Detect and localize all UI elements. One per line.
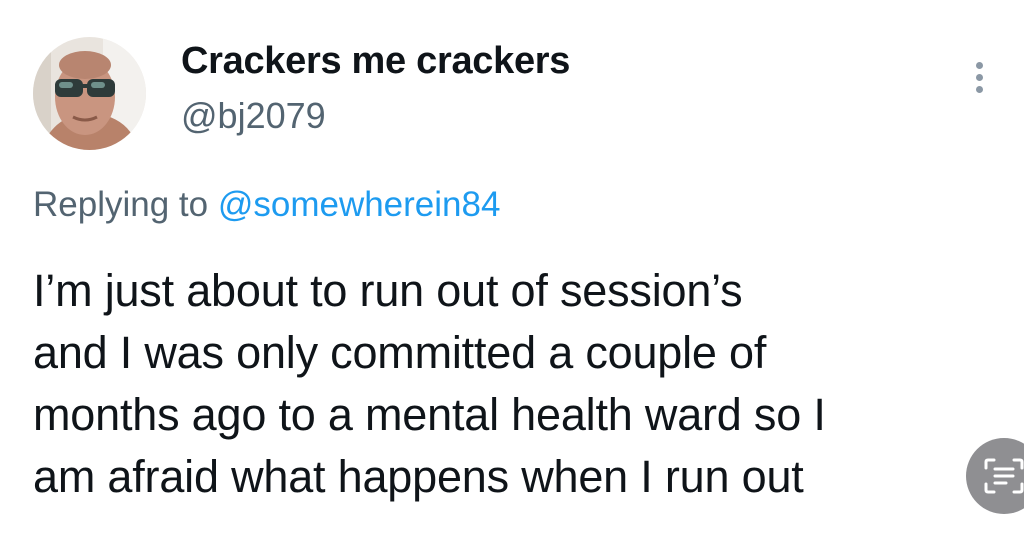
replying-to: Replying to @somewherein84 xyxy=(33,185,500,225)
avatar[interactable] xyxy=(33,37,146,150)
display-name[interactable]: Crackers me crackers xyxy=(181,40,570,83)
reply-mention-link[interactable]: @somewherein84 xyxy=(218,185,501,224)
more-options-button[interactable] xyxy=(962,56,998,100)
user-handle[interactable]: @bj2079 xyxy=(181,95,326,137)
tweet-text: I’m just about to run out of session’s a… xyxy=(33,265,826,502)
replying-to-label: Replying to xyxy=(33,185,218,224)
tweet-card: Crackers me crackers @bj2079 Replying to… xyxy=(0,0,1024,540)
text-scan-icon xyxy=(984,458,1024,494)
more-vertical-icon xyxy=(976,62,983,69)
profile-photo-icon xyxy=(33,37,146,150)
